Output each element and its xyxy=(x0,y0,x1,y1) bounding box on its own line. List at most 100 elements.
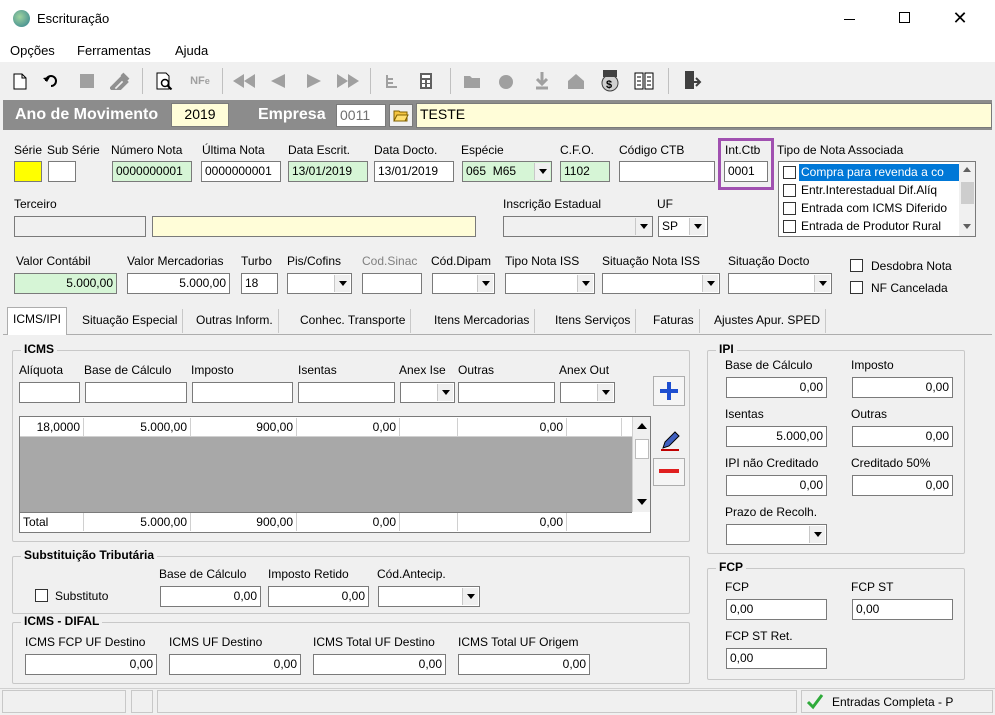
valor-merc-field[interactable]: 5.000,00 xyxy=(127,273,230,294)
cfo-field[interactable]: 1102 xyxy=(560,161,610,182)
int-ctb-field[interactable]: 0001 xyxy=(724,161,768,182)
data-escrit-field[interactable]: 13/01/2019 xyxy=(288,161,368,182)
list-item[interactable]: Entrada de Produtor Rural xyxy=(781,218,961,235)
tipo-iss-combo[interactable] xyxy=(505,273,595,294)
chevron-down-icon[interactable] xyxy=(597,384,613,401)
ipi-base-field[interactable]: 0,00 xyxy=(726,377,827,398)
remove-button[interactable] xyxy=(653,458,685,486)
anex-out-combo[interactable] xyxy=(560,382,615,403)
st-antecip-combo[interactable] xyxy=(378,586,480,607)
fcp-st-ret-field[interactable]: 0,00 xyxy=(726,648,827,669)
exit-door-icon[interactable] xyxy=(680,68,704,94)
minimize-button[interactable] xyxy=(830,8,870,30)
codigo-ctb-field[interactable] xyxy=(619,161,715,182)
chevron-down-icon[interactable] xyxy=(689,218,705,235)
add-button[interactable] xyxy=(653,376,685,406)
desdobra-checkbox[interactable] xyxy=(850,259,863,272)
columns-icon[interactable] xyxy=(632,68,656,94)
empresa-name-field[interactable]: TESTE xyxy=(416,103,992,128)
situacao-docto-combo[interactable] xyxy=(728,273,832,294)
tab-itens-servicos[interactable]: Itens Serviços xyxy=(550,309,637,333)
ipi-imposto-field[interactable]: 0,00 xyxy=(852,377,953,398)
ultima-nota-field[interactable]: 0000000001 xyxy=(201,161,281,182)
table-row[interactable]: 18,0000 5.000,00 900,00 0,00 0,00 xyxy=(20,418,632,437)
tipo-nota-list[interactable]: Compra para revenda a co Entr.Interestad… xyxy=(778,161,976,237)
icms-grid[interactable]: 18,0000 5.000,00 900,00 0,00 0,00 Total … xyxy=(19,416,651,533)
close-button[interactable]: ✕ xyxy=(940,8,980,30)
chevron-down-icon[interactable] xyxy=(477,275,493,292)
undo-icon[interactable] xyxy=(40,68,64,94)
situacao-iss-combo[interactable] xyxy=(602,273,720,294)
aliquota-input[interactable] xyxy=(19,382,80,403)
money-cib-icon[interactable]: $ xyxy=(598,68,622,94)
empresa-code-field[interactable]: 0011 xyxy=(336,104,386,127)
fcp-st-field[interactable]: 0,00 xyxy=(852,599,953,620)
nf-cancelada-checkbox[interactable] xyxy=(850,281,863,294)
ipi-cred50-field[interactable]: 0,00 xyxy=(852,475,953,496)
chevron-down-icon[interactable] xyxy=(462,588,478,605)
especie-combo[interactable]: 065 M65 xyxy=(462,161,552,182)
valor-contabil-field[interactable]: 5.000,00 xyxy=(14,273,117,294)
st-imposto-field[interactable]: 0,00 xyxy=(268,586,369,607)
chevron-down-icon[interactable] xyxy=(702,275,718,292)
maximize-button[interactable] xyxy=(885,8,925,30)
list-item[interactable]: Entr.Interestadual Dif.Alíq xyxy=(781,182,961,199)
tools-icon xyxy=(108,68,132,94)
difal-total-orig-field[interactable]: 0,00 xyxy=(458,654,590,675)
difal-fcp-field[interactable]: 0,00 xyxy=(25,654,157,675)
numero-nota-field[interactable]: 0000000001 xyxy=(112,161,192,182)
window-title: Escrituração xyxy=(37,11,110,26)
chevron-down-icon[interactable] xyxy=(334,275,350,292)
cod-dipam-combo[interactable] xyxy=(432,273,495,294)
data-docto-field[interactable]: 13/01/2019 xyxy=(374,161,454,182)
pis-combo[interactable] xyxy=(287,273,352,294)
edit-button[interactable] xyxy=(655,427,685,455)
grid-scrollbar[interactable] xyxy=(632,417,650,512)
difal-uf-dest-field[interactable]: 0,00 xyxy=(169,654,301,675)
ano-field[interactable]: 2019 xyxy=(171,103,229,127)
tab-faturas[interactable]: Faturas xyxy=(648,309,700,333)
difal-total-dest-field[interactable]: 0,00 xyxy=(313,654,446,675)
base-calculo-input[interactable] xyxy=(85,382,187,403)
tab-outras-inform[interactable]: Outras Inform. xyxy=(191,309,279,333)
list-item[interactable]: Entrada com ICMS Diferido xyxy=(781,200,961,217)
tab-itens-mercadorias[interactable]: Itens Mercadorias xyxy=(429,309,536,333)
isentas-input[interactable] xyxy=(298,382,395,403)
tab-icms-ipi[interactable]: ICMS/IPI xyxy=(7,307,68,335)
inscricao-combo[interactable] xyxy=(503,216,653,237)
terceiro-code-field[interactable] xyxy=(14,216,146,237)
list-scrollbar[interactable] xyxy=(959,162,975,236)
serie-field[interactable] xyxy=(14,161,42,182)
fcp-label: FCP xyxy=(725,580,749,594)
outras-input[interactable] xyxy=(458,382,555,403)
open-folder-icon[interactable] xyxy=(389,104,413,127)
menu-ferramentas[interactable]: Ferramentas xyxy=(77,43,151,58)
fcp-field[interactable]: 0,00 xyxy=(726,599,827,620)
calculator-icon[interactable] xyxy=(415,68,439,94)
st-base-field[interactable]: 0,00 xyxy=(160,586,261,607)
new-document-icon[interactable] xyxy=(8,68,32,94)
menu-ajuda[interactable]: Ajuda xyxy=(175,43,208,58)
chevron-down-icon[interactable] xyxy=(534,163,550,180)
subserie-field[interactable] xyxy=(48,161,76,182)
terceiro-name-field[interactable] xyxy=(152,216,476,237)
chevron-down-icon[interactable] xyxy=(577,275,593,292)
chevron-down-icon[interactable] xyxy=(809,526,825,543)
chevron-down-icon[interactable] xyxy=(814,275,830,292)
list-item[interactable]: Compra para revenda a co xyxy=(781,164,961,181)
tab-ajustes-sped[interactable]: Ajustes Apur. SPED xyxy=(709,309,827,333)
ipi-prazo-combo[interactable] xyxy=(726,524,827,545)
ipi-isentas-field[interactable]: 5.000,00 xyxy=(726,426,827,447)
anex-ise-combo[interactable] xyxy=(400,382,455,403)
turbo-field[interactable]: 18 xyxy=(241,273,278,294)
print-preview-icon[interactable] xyxy=(152,68,176,94)
ipi-nao-cred-field[interactable]: 0,00 xyxy=(726,475,827,496)
chevron-down-icon[interactable] xyxy=(437,384,453,401)
tab-conhec-transporte[interactable]: Conhec. Transporte xyxy=(295,309,412,333)
chevron-down-icon[interactable] xyxy=(635,218,651,235)
ipi-outras-field[interactable]: 0,00 xyxy=(852,426,953,447)
substituto-checkbox[interactable] xyxy=(35,589,48,602)
imposto-input[interactable] xyxy=(192,382,293,403)
tab-situacao-especial[interactable]: Situação Especial xyxy=(77,309,184,333)
menu-opcoes[interactable]: Opções xyxy=(10,43,55,58)
